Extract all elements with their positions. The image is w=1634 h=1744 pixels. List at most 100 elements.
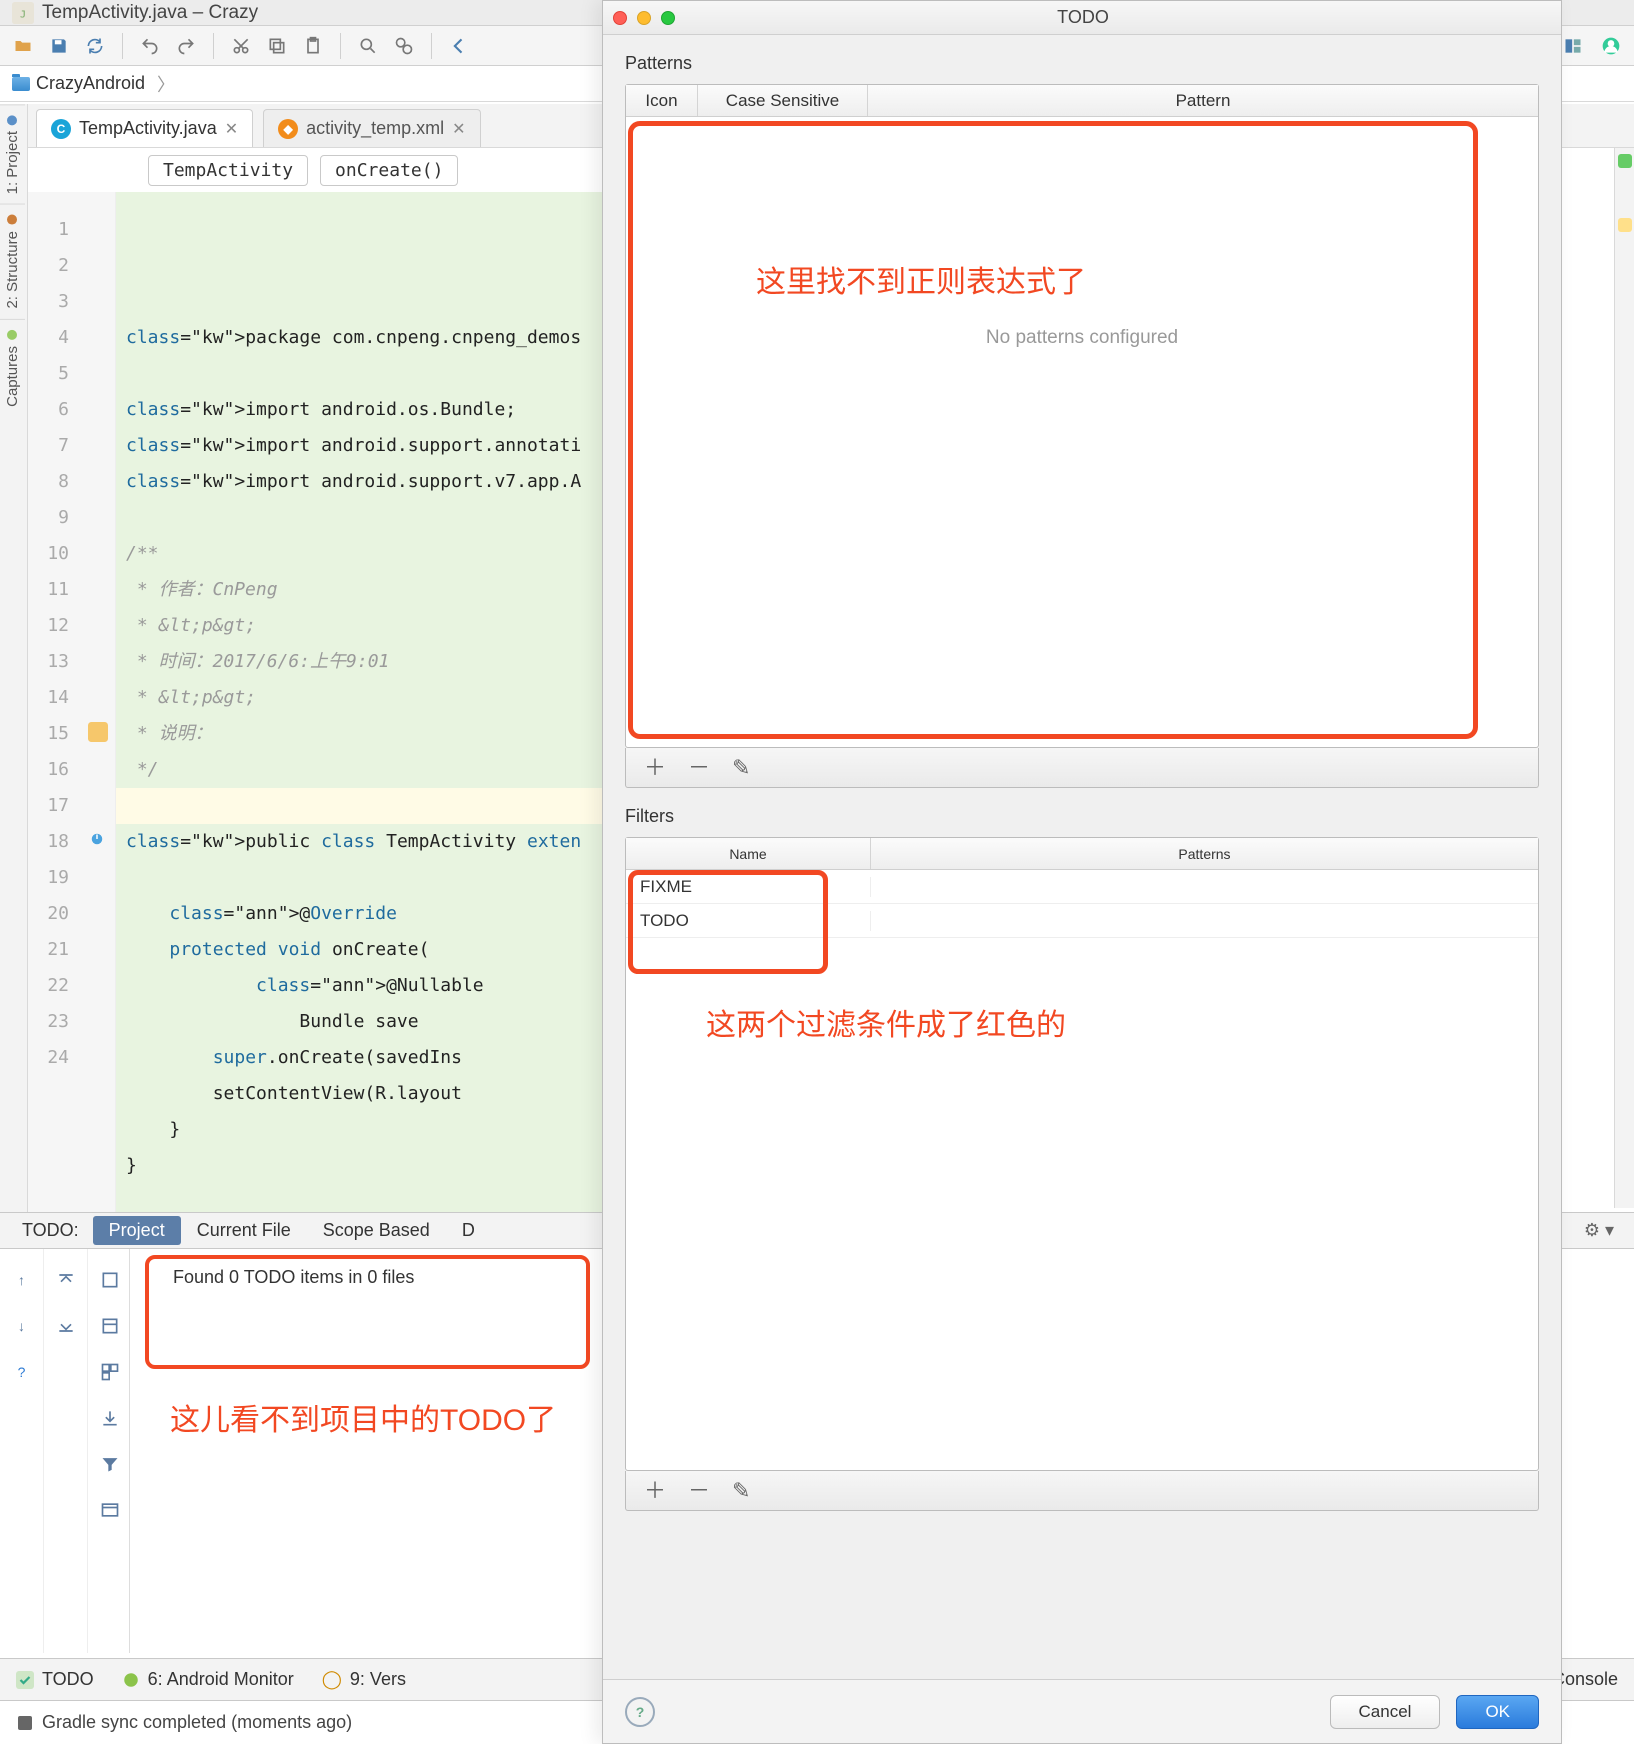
close-icon[interactable]: ✕: [452, 119, 465, 139]
patterns-toolbar: ＋ － ✎: [625, 748, 1539, 788]
cancel-button[interactable]: Cancel: [1330, 1695, 1441, 1729]
copy-icon[interactable]: [264, 33, 290, 59]
status-android-monitor[interactable]: 6: Android Monitor: [122, 1669, 294, 1690]
find-icon[interactable]: [355, 33, 381, 59]
col-patterns[interactable]: Patterns: [871, 838, 1538, 869]
col-icon[interactable]: Icon: [626, 85, 698, 116]
edit-icon[interactable]: ✎: [732, 757, 750, 779]
arrow-up-icon[interactable]: ↑: [9, 1267, 35, 1293]
tab-label: activity_temp.xml: [306, 118, 444, 139]
download-icon[interactable]: [97, 1405, 123, 1431]
patterns-highlight: [628, 121, 1478, 739]
annotation-patterns: 这里找不到正则表达式了: [756, 257, 1086, 301]
right-marker-strip: [1614, 148, 1634, 1208]
open-icon[interactable]: [10, 33, 36, 59]
ok-button[interactable]: OK: [1456, 1695, 1539, 1729]
xml-file-icon: ◆: [278, 119, 298, 139]
add-icon[interactable]: ＋: [644, 757, 666, 779]
java-file-icon: J: [12, 2, 34, 24]
warning-marker[interactable]: [1618, 218, 1632, 232]
todo-toolbar: ↑ ↓ ?: [0, 1249, 130, 1653]
chevron-right-icon: 〉: [157, 71, 175, 97]
todo-found-text: Found 0 TODO items in 0 files: [149, 1259, 586, 1296]
gear-icon[interactable]: ⚙ ▾: [1572, 1220, 1626, 1241]
patterns-panel: Icon Case Sensitive Pattern 这里找不到正则表达式了 …: [625, 84, 1539, 748]
filter-name: FIXME: [626, 877, 871, 897]
code-editor[interactable]: 123456789101112131415161718192021222324 …: [28, 192, 608, 1212]
col-name[interactable]: Name: [626, 838, 871, 869]
back-icon[interactable]: [446, 33, 472, 59]
filters-toolbar: ＋ － ✎: [625, 1471, 1539, 1511]
auto-scroll-icon[interactable]: [97, 1267, 123, 1293]
side-tab-captures[interactable]: Captures: [0, 319, 25, 417]
no-patterns-text: No patterns configured: [626, 327, 1538, 349]
side-tab-project[interactable]: 1: Project: [0, 104, 25, 204]
patterns-table-body[interactable]: 这里找不到正则表达式了 No patterns configured: [626, 117, 1538, 747]
side-tab-structure[interactable]: 2: Structure: [0, 204, 25, 319]
minimize-window-icon[interactable]: [637, 11, 651, 25]
replace-icon[interactable]: [391, 33, 417, 59]
todo-tab-project[interactable]: Project: [93, 1216, 181, 1245]
col-pattern[interactable]: Pattern: [868, 85, 1538, 116]
code-area[interactable]: class="kw">package com.cnpeng.cnpeng_dem…: [116, 192, 607, 1212]
todo-tab-scope[interactable]: Scope Based: [307, 1216, 446, 1245]
remove-icon[interactable]: －: [688, 757, 710, 779]
expand-icon[interactable]: [97, 1313, 123, 1339]
gutter-override-icon[interactable]: [88, 830, 110, 852]
todo-results-highlight: Found 0 TODO items in 0 files: [145, 1255, 590, 1369]
status-todo[interactable]: TODO: [16, 1669, 94, 1690]
tab-activity-temp-xml[interactable]: ◆ activity_temp.xml ✕: [263, 109, 480, 147]
help-icon[interactable]: ?: [625, 1697, 655, 1727]
todo-settings-dialog: TODO Patterns Icon Case Sensitive Patter…: [602, 0, 1562, 1744]
filter-row-todo[interactable]: TODO: [626, 904, 1538, 938]
filters-table-body[interactable]: FIXME TODO 这两个过滤条件成了红色的: [626, 870, 1538, 1470]
dialog-title: TODO: [675, 7, 1491, 28]
folder-icon: [12, 77, 30, 91]
cut-icon[interactable]: [228, 33, 254, 59]
tab-tempactivity[interactable]: C TempActivity.java ✕: [36, 109, 253, 147]
dialog-footer: ? Cancel OK: [603, 1679, 1561, 1743]
collapse-down-icon[interactable]: [53, 1313, 79, 1339]
inspection-ok-icon: [1618, 154, 1632, 168]
todo-label: TODO:: [8, 1220, 93, 1241]
preview-icon[interactable]: [97, 1497, 123, 1523]
sync-icon[interactable]: [82, 33, 108, 59]
dialog-titlebar[interactable]: TODO: [603, 1, 1561, 35]
arrow-down-icon[interactable]: ↓: [9, 1313, 35, 1339]
annotation-filters: 这两个过滤条件成了红色的: [706, 1000, 1066, 1044]
ide-title: TempActivity.java – Crazy: [42, 2, 258, 24]
left-tool-strip: 1: Project 2: Structure Captures: [0, 104, 28, 1214]
patterns-section-label: Patterns: [603, 35, 1561, 84]
filter-icon[interactable]: [97, 1451, 123, 1477]
filters-panel: Name Patterns FIXME TODO 这两个过滤条件成了红色的: [625, 837, 1539, 1471]
paste-icon[interactable]: [300, 33, 326, 59]
remove-icon[interactable]: －: [688, 1480, 710, 1502]
crumb-method[interactable]: onCreate(): [320, 155, 458, 186]
avatar-icon[interactable]: [1598, 33, 1624, 59]
add-icon[interactable]: ＋: [644, 1480, 666, 1502]
status-version[interactable]: ◯9: Vers: [322, 1669, 406, 1690]
zoom-window-icon[interactable]: [661, 11, 675, 25]
todo-tab-more[interactable]: D: [446, 1216, 491, 1245]
filters-section-label: Filters: [603, 788, 1561, 837]
help-icon[interactable]: ?: [9, 1359, 35, 1385]
collapse-up-icon[interactable]: [53, 1267, 79, 1293]
close-window-icon[interactable]: [613, 11, 627, 25]
layout-icon[interactable]: [1560, 33, 1586, 59]
redo-icon[interactable]: [173, 33, 199, 59]
filter-name: TODO: [626, 911, 871, 931]
edit-icon[interactable]: ✎: [732, 1480, 750, 1502]
col-case-sensitive[interactable]: Case Sensitive: [698, 85, 868, 116]
gutter-class-icon[interactable]: [88, 722, 110, 744]
todo-tab-current-file[interactable]: Current File: [181, 1216, 307, 1245]
filter-row-fixme[interactable]: FIXME: [626, 870, 1538, 904]
group-by-icon[interactable]: [97, 1359, 123, 1385]
undo-icon[interactable]: [137, 33, 163, 59]
annotation-bottom: 这儿看不到项目中的TODO了: [170, 1395, 556, 1439]
class-file-icon: C: [51, 119, 71, 139]
editor-gutter: 123456789101112131415161718192021222324: [28, 192, 116, 1212]
crumb-class[interactable]: TempActivity: [148, 155, 308, 186]
save-icon[interactable]: [46, 33, 72, 59]
tab-label: TempActivity.java: [79, 118, 217, 139]
close-icon[interactable]: ✕: [225, 119, 238, 139]
